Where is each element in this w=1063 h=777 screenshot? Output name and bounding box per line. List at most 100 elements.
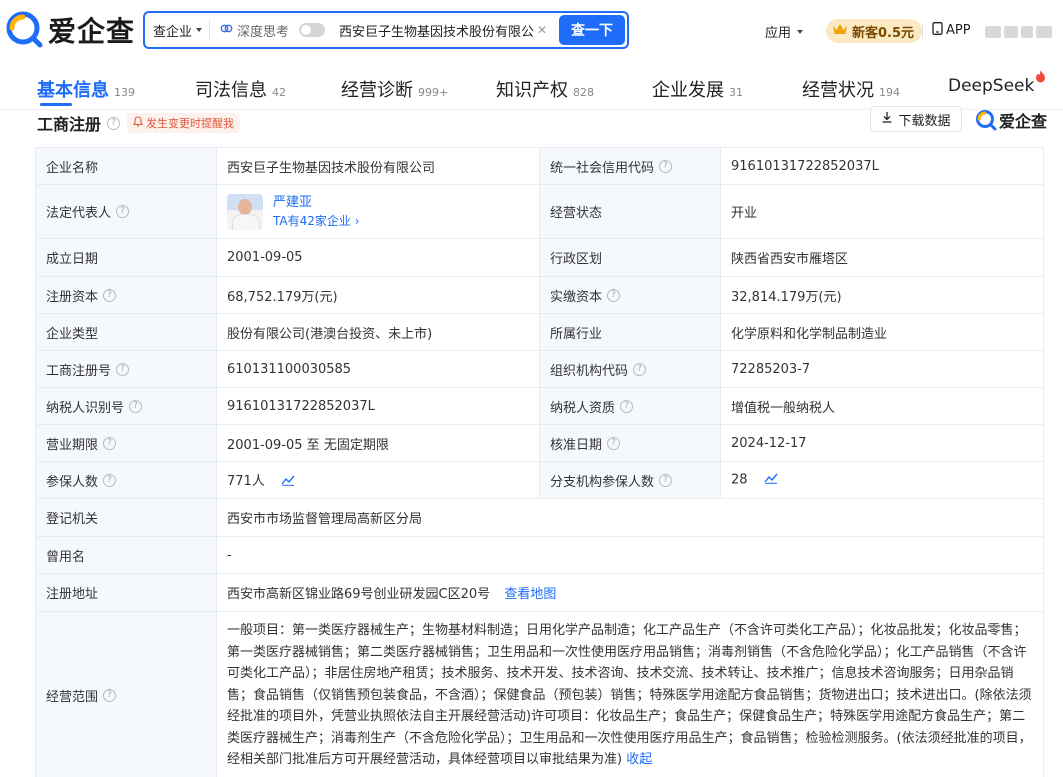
org-code-label: 组织机构代码? [539, 350, 721, 388]
help-icon[interactable]: ? [659, 159, 673, 173]
avatar[interactable] [227, 193, 263, 230]
collapse-link[interactable]: 收起 [626, 752, 652, 767]
region-label: 行政区划 [539, 238, 721, 277]
crown-icon [832, 22, 848, 40]
table-row: 企业类型 股份有限公司(港澳台投资、未上市) 所属行业 化学原料和化学制品制造业 [35, 313, 1044, 351]
branch-insured-value: 28 [720, 461, 1044, 499]
logo-magnifier-icon [6, 11, 44, 49]
search-input[interactable]: 西安巨子生物基因技术股份有限公司 [339, 21, 535, 40]
search-button[interactable]: 查一下 [559, 15, 625, 45]
user-account-blurred[interactable] [985, 26, 1052, 38]
tab-operating-status[interactable]: 经营状况 194 [802, 76, 900, 102]
change-remind-button[interactable]: 发生变更时提醒我 [127, 113, 240, 133]
hot-flame-icon [1035, 70, 1046, 87]
chevron-down-icon [196, 28, 203, 32]
bell-icon [132, 116, 144, 130]
tab-deepseek[interactable]: DeepSeek [948, 70, 1046, 96]
help-icon[interactable]: ? [103, 288, 117, 302]
blurred-text [1036, 26, 1052, 38]
industry-label: 所属行业 [539, 313, 721, 351]
tab-business-diagnosis[interactable]: 经营诊断 999+ [341, 76, 448, 102]
logo-text: 爱企查 [48, 15, 136, 48]
tab-enterprise-development[interactable]: 企业发展 31 [652, 76, 743, 102]
help-icon[interactable]: ? [659, 473, 673, 487]
table-row: 注册地址 西安市高新区锦业路69号创业研发园C区20号 查看地图 [35, 573, 1044, 612]
view-map-link[interactable]: 查看地图 [504, 587, 556, 602]
section-title-text: 工商注册 [37, 115, 102, 134]
company-name-value: 西安巨子生物基因技术股份有限公司 [216, 147, 540, 185]
taxpayer-qual-label: 纳税人资质? [539, 387, 721, 425]
credit-code-value: 91610131722852037L [720, 147, 1044, 185]
legal-rep-name-link[interactable]: 严建亚 [273, 193, 360, 212]
help-icon[interactable]: ? [633, 362, 647, 376]
help-icon[interactable]: ? [607, 436, 621, 450]
branch-insured-label: 分支机构参保人数? [539, 461, 721, 499]
vip-badge[interactable]: 新客0.5元 [826, 19, 923, 43]
download-icon [881, 111, 893, 127]
active-tab-indicator [40, 103, 72, 106]
table-row: 注册资本? 68,752.179万(元) 实缴资本? 32,814.179万(元… [35, 276, 1044, 314]
trend-chart-icon[interactable] [281, 474, 295, 490]
authority-label: 登记机关 [35, 498, 217, 537]
help-icon[interactable]: ? [129, 399, 143, 413]
tab-label: 经营诊断 [341, 80, 413, 101]
top-bar: 爱企查 查企业 深度思考 西安巨子生物基因技术股份有限公司 ✕ 查一下 应用 新… [0, 0, 1063, 62]
apps-menu[interactable]: 应用 [765, 22, 804, 41]
help-icon[interactable]: ? [607, 288, 621, 302]
paid-capital-value: 32,814.179万(元) [720, 276, 1044, 314]
tab-judicial-info[interactable]: 司法信息 42 [195, 76, 286, 102]
chevron-right-icon: › [354, 213, 360, 228]
help-icon[interactable]: ? [107, 116, 121, 130]
legal-rep-companies-link[interactable]: TA有42家企业 › [273, 212, 360, 231]
main-tabs: 基本信息 139 司法信息 42 经营诊断 999+ 知识产权 828 企业发展… [0, 64, 1063, 110]
table-row: 工商注册号? 610131100030585 组织机构代码? 72285203-… [35, 350, 1044, 388]
reg-no-value: 610131100030585 [216, 350, 540, 388]
legal-rep-label: 法定代表人? [35, 184, 217, 239]
help-icon[interactable]: ? [103, 688, 117, 702]
help-icon[interactable]: ? [116, 362, 130, 376]
help-icon[interactable]: ? [620, 399, 634, 413]
approve-date-label: 核准日期? [539, 424, 721, 462]
deep-think-label: 深度思考 [237, 24, 290, 40]
approve-date-value: 2024-12-17 [720, 424, 1044, 462]
org-code-value: 72285203-7 [720, 350, 1044, 388]
deep-think-toggle[interactable]: 深度思考 [220, 21, 326, 40]
table-row: 营业期限? 2001-09-05 至 无固定期限 核准日期? 2024-12-1… [35, 424, 1044, 462]
blurred-text [1021, 26, 1033, 38]
business-registration-table: 企业名称 西安巨子生物基因技术股份有限公司 统一社会信用代码? 91610131… [35, 147, 1044, 777]
tab-count: 828 [573, 86, 594, 99]
brand-watermark: 爱企查 [975, 108, 1047, 132]
authority-value: 西安市市场监督管理局高新区分局 [216, 498, 1044, 537]
app-download-link[interactable]: APP [932, 22, 971, 39]
search-scope-dropdown[interactable]: 查企业 [145, 19, 210, 41]
download-data-button[interactable]: 下载数据 [870, 106, 962, 132]
vip-label: 新客0.5元 [852, 25, 915, 41]
scope-label: 经营范围? [35, 611, 217, 777]
former-name-label: 曾用名 [35, 536, 217, 574]
help-icon[interactable]: ? [103, 473, 117, 487]
tab-count: 194 [879, 86, 900, 99]
deep-think-switch[interactable] [299, 23, 326, 37]
company-type-value: 股份有限公司(港澳台投资、未上市) [216, 313, 540, 351]
phone-icon [932, 22, 943, 39]
clear-icon[interactable]: ✕ [537, 23, 547, 37]
company-name-label: 企业名称 [35, 147, 217, 185]
tab-intellectual-property[interactable]: 知识产权 828 [496, 76, 594, 102]
tab-label: 经营状况 [802, 80, 874, 101]
help-icon[interactable]: ? [103, 436, 117, 450]
table-row: 成立日期 2001-09-05 行政区划 陕西省西安市雁塔区 [35, 238, 1044, 277]
insured-label: 参保人数? [35, 461, 217, 499]
help-icon[interactable]: ? [116, 205, 130, 218]
scope-text: 一般项目：第一类医疗器械生产；生物基材料制造；日用化学产品制造；化工产品生产（不… [227, 623, 1032, 767]
site-logo[interactable]: 爱企查 [6, 10, 135, 50]
tab-basic-info[interactable]: 基本信息 139 [37, 76, 135, 102]
region-value: 陕西省西安市雁塔区 [720, 238, 1044, 277]
download-label: 下载数据 [898, 113, 951, 129]
remind-label: 发生变更时提醒我 [146, 117, 234, 130]
insured-count: 771人 [227, 474, 265, 490]
company-type-label: 企业类型 [35, 313, 217, 351]
table-row: 曾用名 - [35, 536, 1044, 574]
trend-chart-icon[interactable] [764, 472, 778, 488]
blurred-text [985, 26, 1001, 38]
address-label: 注册地址 [35, 573, 217, 612]
